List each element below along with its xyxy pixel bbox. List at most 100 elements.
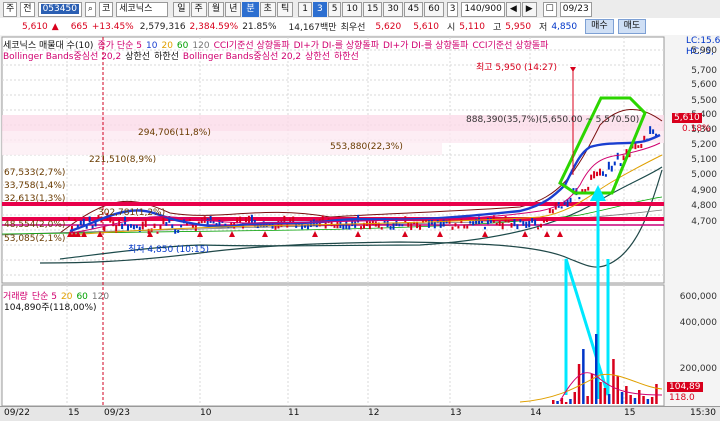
price-tick-label: 5,700 — [691, 66, 717, 76]
price-tick-label: 5,000 — [691, 170, 717, 180]
period-틱-button[interactable]: 틱 — [276, 1, 294, 17]
pct-tag: 0.18% — [682, 124, 711, 134]
candle — [345, 221, 348, 229]
period-분-button[interactable]: 분 — [242, 1, 259, 17]
time-tick-label: 13 — [450, 408, 462, 418]
volume-bar — [573, 392, 576, 404]
candle — [578, 197, 581, 200]
bollinger-legend-item[interactable]: 상한선 — [305, 52, 330, 62]
buy-button[interactable]: 매수 — [585, 19, 614, 34]
bollinger-legend-item[interactable]: 하한선 — [154, 52, 179, 62]
candle — [247, 215, 250, 223]
candle — [481, 220, 483, 224]
volume-bar — [569, 399, 572, 404]
high-price: 5,950 — [505, 21, 532, 32]
market-select[interactable]: 주 — [3, 1, 18, 17]
stock-name: 세코닉스 — [116, 1, 169, 17]
period-일-button[interactable]: 일 — [173, 1, 190, 17]
time-tick-label: 12 — [368, 408, 380, 418]
indicator-legend-item[interactable]: DI+가 DI-를 상향돌파 — [383, 41, 468, 51]
date-input[interactable]: 09/23 — [559, 1, 592, 17]
candle — [537, 227, 540, 230]
volume-bar — [650, 397, 654, 404]
candle — [360, 226, 363, 230]
interval-15-button[interactable]: 15 — [362, 1, 383, 17]
candle — [138, 226, 141, 233]
candle — [469, 221, 472, 224]
volume-bar — [556, 401, 559, 404]
candle — [604, 174, 607, 177]
exchange-label[interactable]: 코 — [98, 1, 114, 17]
candle — [135, 224, 138, 229]
candle — [652, 129, 655, 134]
candle — [601, 171, 604, 176]
volume-current: 104,890주(118,00%) — [4, 303, 97, 313]
candle — [162, 217, 165, 224]
candle — [79, 220, 82, 226]
price-tick-label: 5,200 — [691, 140, 717, 150]
indicator-legend-item[interactable]: CCI기준선 상향돌파 — [472, 41, 548, 51]
nav-next-button[interactable]: ▶ — [521, 1, 537, 17]
bollinger-legend-item[interactable]: Bollinger Bands중심선 20,2 — [183, 52, 301, 62]
interval-30-button[interactable]: 30 — [383, 1, 403, 17]
candle — [616, 152, 619, 160]
candle — [398, 223, 401, 227]
interval-3-button[interactable]: 3 — [312, 1, 327, 17]
time-tick-label: 15:30 — [690, 408, 716, 418]
change-arrow-icon: ▲ — [51, 21, 59, 32]
candle — [507, 220, 510, 223]
period-초-button[interactable]: 초 — [259, 1, 276, 17]
candle — [510, 222, 513, 228]
candle — [206, 218, 209, 225]
sell-button[interactable]: 매도 — [617, 19, 647, 34]
candle — [599, 168, 601, 176]
price-chart[interactable] — [0, 35, 720, 406]
candle — [486, 217, 489, 225]
candle — [68, 216, 70, 220]
candle — [342, 224, 345, 230]
candle — [392, 223, 395, 230]
interval-5-button[interactable]: 5 — [327, 1, 342, 17]
candle — [531, 217, 534, 223]
candle — [200, 217, 203, 224]
volume-bar — [629, 395, 632, 404]
bollinger-legend-item[interactable]: 하한선 — [334, 52, 359, 62]
candle — [153, 223, 156, 229]
interval-45-button[interactable]: 45 — [403, 1, 424, 17]
nav-prev-button[interactable]: ◀ — [505, 1, 521, 17]
volume-profile-label-2: 294,706(11,8%) — [138, 128, 211, 138]
volume-bar — [564, 402, 568, 404]
candle — [239, 216, 242, 223]
interval-60-button[interactable]: 60 — [424, 1, 444, 17]
prev-select[interactable]: 전 — [20, 1, 35, 17]
interval-10-button[interactable]: 10 — [342, 1, 362, 17]
candle — [584, 189, 587, 192]
stock-code-input[interactable]: 053450 — [37, 1, 82, 17]
candle — [374, 221, 377, 227]
price-tick-label: 5,900 — [691, 46, 717, 56]
period-주-button[interactable]: 주 — [190, 1, 207, 17]
time-tick-label: 15 — [624, 408, 636, 418]
bollinger-legend-item[interactable]: 상한선 — [125, 52, 150, 62]
candle — [649, 126, 652, 134]
trade-amount: 14,167백만 — [288, 23, 337, 33]
volume-bar — [586, 396, 589, 404]
candle — [472, 221, 475, 226]
low-price: 4,850 — [551, 21, 578, 32]
time-tick-label: 09/22 — [4, 408, 30, 418]
period-월-button[interactable]: 월 — [207, 1, 225, 17]
calendar-checkbox[interactable]: ☐ — [542, 1, 557, 17]
candle — [610, 165, 613, 172]
candle — [171, 224, 174, 229]
count-select[interactable]: 3 — [446, 1, 459, 17]
high-label: 고 — [493, 23, 502, 33]
candle — [144, 219, 147, 228]
volume-bar — [582, 349, 585, 404]
volume-bar — [599, 382, 602, 404]
period-년-button[interactable]: 년 — [225, 1, 242, 17]
search-icon[interactable]: ⌕ — [84, 1, 96, 17]
bollinger-legend-item[interactable]: Bollinger Bands중심선 20,2 — [3, 52, 121, 62]
interval-1-button[interactable]: 1 — [298, 1, 312, 17]
candle — [569, 197, 572, 203]
time-tick-label: 10 — [200, 408, 212, 418]
